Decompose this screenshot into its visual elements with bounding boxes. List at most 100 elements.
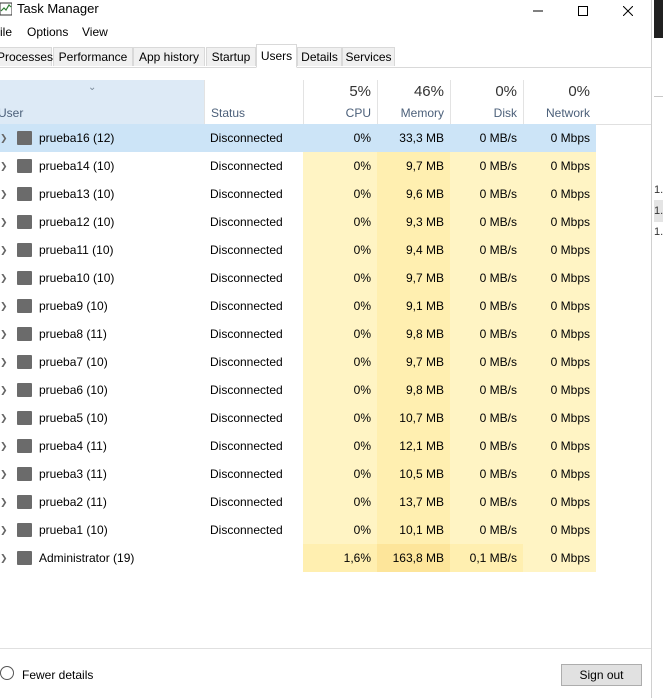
expand-chevron-icon[interactable]: ❯ — [0, 553, 8, 564]
network-cell: 0 Mbps — [523, 488, 596, 516]
expand-chevron-icon[interactable]: ❯ — [0, 133, 8, 144]
cpu-cell: 0% — [303, 236, 377, 264]
expand-chevron-icon[interactable]: ❯ — [0, 189, 8, 200]
user-icon — [17, 187, 32, 201]
user-status: Disconnected — [210, 131, 283, 145]
table-row[interactable]: ❯ prueba11 (10) Disconnected 0% 9,4 MB 0 MB/s… — [0, 236, 651, 264]
tab-details[interactable]: Details — [297, 47, 342, 66]
memory-cell: 9,6 MB — [377, 180, 450, 208]
expand-chevron-icon[interactable]: ❯ — [0, 301, 8, 312]
table-row[interactable]: ❯ prueba8 (11) Disconnected 0% 9,8 MB 0 MB/s 0… — [0, 320, 651, 348]
close-button[interactable] — [605, 0, 651, 22]
tab-performance[interactable]: Performance — [53, 47, 133, 66]
column-user-label: User — [0, 106, 24, 120]
memory-cell: 9,7 MB — [377, 264, 450, 292]
table-row[interactable]: ❯ prueba9 (10) Disconnected 0% 9,1 MB 0 MB/s 0… — [0, 292, 651, 320]
expand-chevron-icon[interactable]: ❯ — [0, 357, 8, 368]
collapse-arrow-icon[interactable] — [0, 666, 14, 680]
user-name: prueba9 (10) — [39, 299, 108, 313]
column-disk[interactable]: 0% Disk — [450, 80, 523, 124]
tab-users[interactable]: Users — [256, 44, 297, 68]
network-cell: 0 Mbps — [523, 460, 596, 488]
column-memory-label: Memory — [400, 106, 444, 120]
table-row[interactable]: ❯ prueba7 (10) Disconnected 0% 9,7 MB 0 MB/s 0… — [0, 348, 651, 376]
maximize-button[interactable] — [560, 0, 606, 22]
menu-file[interactable]: ile — [0, 25, 12, 39]
sign-out-button[interactable]: Sign out — [561, 664, 642, 686]
expand-chevron-icon[interactable]: ❯ — [0, 469, 8, 480]
table-row[interactable]: ❯ prueba4 (11) Disconnected 0% 12,1 MB 0 MB/s… — [0, 432, 651, 460]
cpu-cell: 0% — [303, 180, 377, 208]
fewer-details-link[interactable]: Fewer details — [22, 668, 93, 682]
memory-cell: 163,8 MB — [377, 544, 450, 572]
user-icon — [17, 383, 32, 397]
user-icon — [17, 495, 32, 509]
table-row[interactable]: ❯ prueba5 (10) Disconnected 0% 10,7 MB 0 MB/s… — [0, 404, 651, 432]
column-network[interactable]: 0% Network — [523, 80, 596, 124]
memory-cell: 10,7 MB — [377, 404, 450, 432]
table-row[interactable]: ❯ prueba12 (10) Disconnected 0% 9,3 MB 0 MB/s… — [0, 208, 651, 236]
network-cell: 0 Mbps — [523, 320, 596, 348]
disk-cell: 0 MB/s — [450, 180, 523, 208]
background-text: 1. — [654, 184, 663, 196]
tab-app-history[interactable]: App history — [133, 47, 205, 66]
expand-chevron-icon[interactable]: ❯ — [0, 329, 8, 340]
column-user[interactable]: ⌄ User — [0, 80, 204, 124]
minimize-button[interactable] — [515, 0, 561, 22]
table-row[interactable]: ❯ prueba6 (10) Disconnected 0% 9,8 MB 0 MB/s 0… — [0, 376, 651, 404]
user-name: prueba13 (10) — [39, 187, 115, 201]
user-name: prueba11 (10) — [39, 243, 114, 257]
tab-services[interactable]: Services — [342, 47, 395, 66]
expand-chevron-icon[interactable]: ❯ — [0, 385, 8, 396]
expand-chevron-icon[interactable]: ❯ — [0, 497, 8, 508]
tab-startup[interactable]: Startup — [206, 47, 256, 66]
user-icon — [17, 439, 32, 453]
expand-chevron-icon[interactable]: ❯ — [0, 273, 8, 284]
column-cpu[interactable]: 5% CPU — [303, 80, 377, 124]
maximize-icon — [578, 6, 588, 16]
disk-cell: 0 MB/s — [450, 460, 523, 488]
disk-cell: 0 MB/s — [450, 404, 523, 432]
expand-chevron-icon[interactable]: ❯ — [0, 217, 8, 228]
user-status: Disconnected — [210, 467, 283, 481]
expand-chevron-icon[interactable]: ❯ — [0, 441, 8, 452]
expand-chevron-icon[interactable]: ❯ — [0, 245, 8, 256]
table-row[interactable]: ❯ prueba14 (10) Disconnected 0% 9,7 MB 0 MB/s… — [0, 152, 651, 180]
table-row[interactable]: ❯ prueba13 (10) Disconnected 0% 9,6 MB 0 MB/s… — [0, 180, 651, 208]
user-name: prueba8 (11) — [39, 327, 107, 341]
menu-options[interactable]: Options — [27, 25, 68, 39]
column-status[interactable]: Status — [204, 80, 303, 124]
expand-chevron-icon[interactable]: ❯ — [0, 525, 8, 536]
user-name: prueba2 (11) — [39, 495, 107, 509]
column-network-label: Network — [545, 106, 590, 120]
table-row[interactable]: ❯ prueba2 (11) Disconnected 0% 13,7 MB 0 MB/s… — [0, 488, 651, 516]
user-name: prueba4 (11) — [39, 439, 107, 453]
user-status: Disconnected — [210, 411, 283, 425]
tab-strip: Processes Performance App history Startu… — [0, 44, 651, 68]
menu-view[interactable]: View — [82, 25, 108, 39]
expand-chevron-icon[interactable]: ❯ — [0, 161, 8, 172]
table-row[interactable]: ❯ prueba16 (12) Disconnected 0% 33,3 MB 0 MB/… — [0, 124, 651, 152]
network-cell: 0 Mbps — [523, 264, 596, 292]
table-row[interactable]: ❯ prueba3 (11) Disconnected 0% 10,5 MB 0 MB/s… — [0, 460, 651, 488]
expand-chevron-icon[interactable]: ❯ — [0, 413, 8, 424]
table-row[interactable]: ❯ Administrator (19) 1,6% 163,8 MB 0,1 MB/s 0… — [0, 544, 651, 572]
network-cell: 0 Mbps — [523, 376, 596, 404]
network-cell: 0 Mbps — [523, 236, 596, 264]
network-cell: 0 Mbps — [523, 516, 596, 544]
memory-cell: 33,3 MB — [377, 124, 450, 152]
table-row[interactable]: ❯ prueba1 (10) Disconnected 0% 10,1 MB 0 MB/s… — [0, 516, 651, 544]
column-memory[interactable]: 46% Memory — [377, 80, 450, 124]
table-row[interactable]: ❯ prueba10 (10) Disconnected 0% 9,7 MB 0 MB/s… — [0, 264, 651, 292]
user-status: Disconnected — [210, 523, 283, 537]
user-status: Disconnected — [210, 383, 283, 397]
network-cell: 0 Mbps — [523, 544, 596, 572]
tab-processes[interactable]: Processes — [0, 47, 53, 66]
memory-total: 46% — [413, 83, 444, 100]
disk-cell: 0 MB/s — [450, 292, 523, 320]
cpu-cell: 0% — [303, 348, 377, 376]
disk-cell: 0 MB/s — [450, 516, 523, 544]
memory-cell: 9,3 MB — [377, 208, 450, 236]
memory-cell: 9,7 MB — [377, 348, 450, 376]
column-status-label: Status — [211, 106, 246, 120]
